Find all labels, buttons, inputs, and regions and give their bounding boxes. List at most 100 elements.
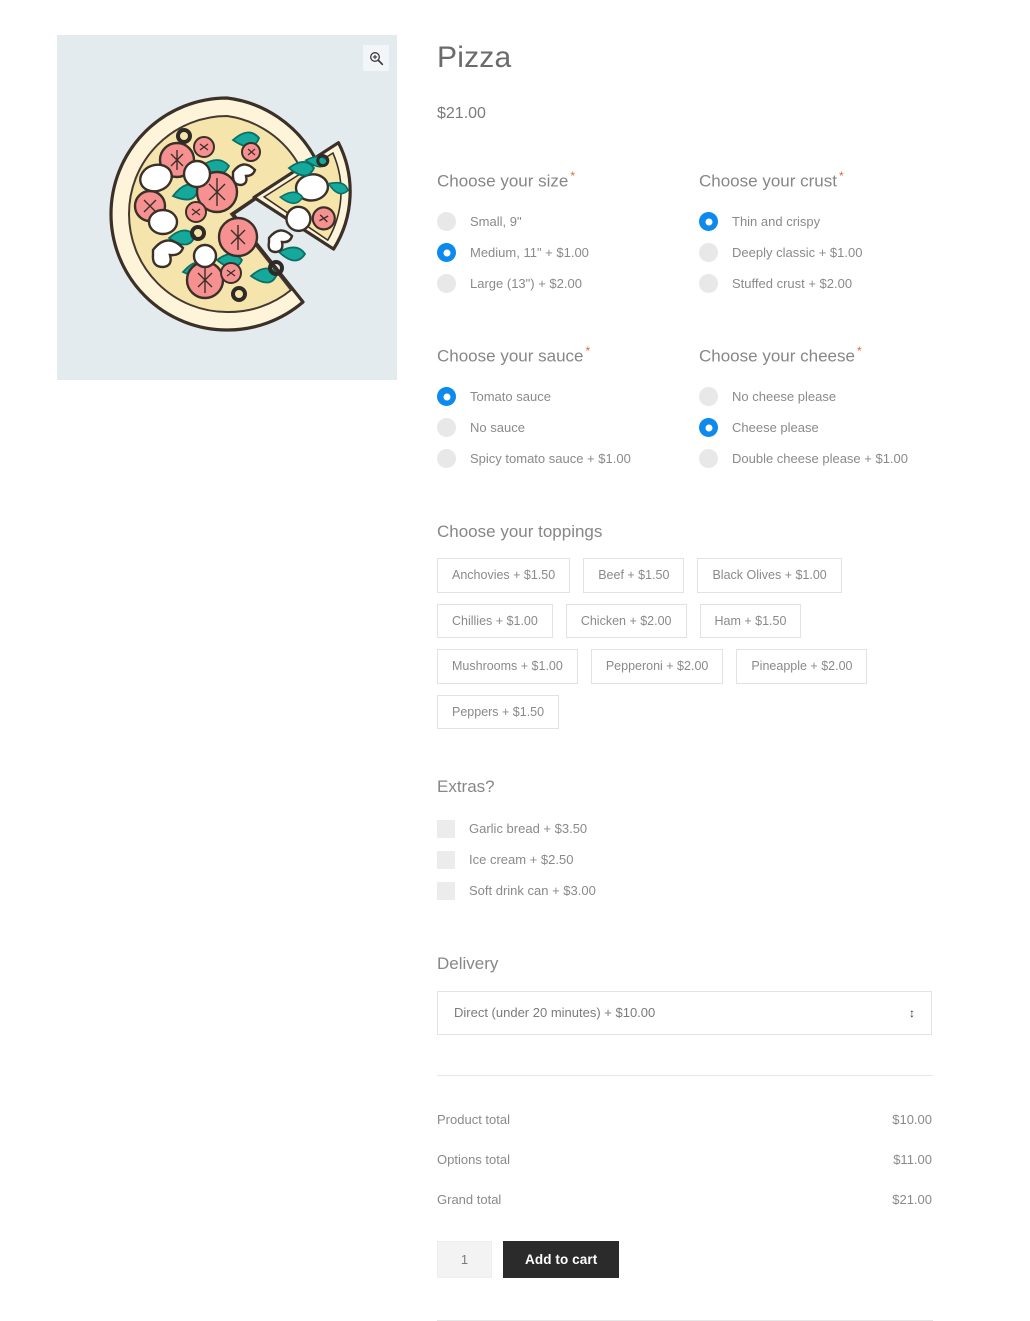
- required-mark: *: [856, 344, 862, 359]
- topping-button-peppers[interactable]: Peppers + $1.50: [437, 694, 560, 729]
- radio-icon-checked[interactable]: [437, 387, 456, 407]
- radio-option-label: Tomato sauce: [470, 388, 551, 404]
- option-group-sauce-label-text: Choose your sauce: [437, 346, 584, 366]
- option-group-cheese-label-text: Choose your cheese: [699, 346, 855, 366]
- checkbox-icon[interactable]: [437, 881, 455, 900]
- option-group-cheese-label: Choose your cheese *: [699, 344, 933, 367]
- extras-section: Extras? Garlic bread + $3.50 Ice cream +…: [437, 777, 933, 906]
- radio-option-size-large[interactable]: Large (13") + $2.00: [437, 268, 699, 299]
- checkbox-option-ice-cream[interactable]: Ice cream + $2.50: [437, 844, 933, 875]
- radio-icon[interactable]: [699, 387, 718, 407]
- checkbox-option-soft-drink[interactable]: Soft drink can + $3.00: [437, 875, 933, 906]
- checkbox-option-label: Ice cream + $2.50: [469, 852, 574, 868]
- radio-option-sauce-none[interactable]: No sauce: [437, 412, 699, 443]
- topping-button-black-olives[interactable]: Black Olives + $1.00: [697, 558, 842, 593]
- required-mark: *: [570, 169, 576, 183]
- toppings-section: Choose your toppings Anchovies + $1.50 B…: [437, 522, 933, 729]
- option-group-cheese: Choose your cheese * No cheese please Che…: [699, 344, 933, 474]
- checkbox-icon[interactable]: [437, 819, 455, 838]
- option-group-crust: Choose your crust * Thin and crispy Deepl…: [699, 169, 933, 299]
- radio-option-label: Large (13") + $2.00: [470, 275, 582, 291]
- radio-option-label: No sauce: [470, 419, 525, 435]
- radio-icon[interactable]: [699, 274, 718, 294]
- radio-option-size-medium[interactable]: Medium, 11" + $1.00: [437, 237, 699, 268]
- radio-option-cheese-please[interactable]: Cheese please: [699, 412, 933, 443]
- totals-list: Product total $10.00 Options total $11.0…: [437, 1100, 933, 1220]
- toppings-label: Choose your toppings: [437, 522, 603, 542]
- option-group-crust-label-text: Choose your crust: [699, 171, 837, 191]
- total-value: $11.00: [893, 1152, 932, 1168]
- radio-option-crust-stuffed[interactable]: Stuffed crust + $2.00: [699, 268, 933, 299]
- topping-button-anchovies[interactable]: Anchovies + $1.50: [437, 558, 571, 593]
- topping-button-chicken[interactable]: Chicken + $2.00: [565, 603, 687, 639]
- topping-button-chillies[interactable]: Chillies + $1.00: [437, 603, 553, 639]
- radio-option-sauce-tomato[interactable]: Tomato sauce: [437, 381, 699, 412]
- radio-option-size-small[interactable]: Small, 9": [437, 206, 699, 237]
- add-to-cart-button[interactable]: Add to cart: [503, 1240, 620, 1278]
- add-to-cart-row: Add to cart: [437, 1240, 933, 1278]
- radio-icon-checked[interactable]: [699, 212, 718, 232]
- topping-button-pineapple[interactable]: Pineapple + $2.00: [736, 649, 868, 684]
- topping-button-pepperoni[interactable]: Pepperoni + $2.00: [590, 649, 724, 684]
- option-group-size: Choose your size * Small, 9" Medium, 11" …: [437, 169, 699, 299]
- topping-button-mushrooms[interactable]: Mushrooms + $1.00: [437, 649, 578, 684]
- delivery-section: Delivery Direct (under 20 minutes) + $10…: [437, 954, 933, 1035]
- total-value: $10.00: [892, 1112, 932, 1128]
- radio-option-cheese-none[interactable]: No cheese please: [699, 381, 933, 412]
- extras-list: Garlic bread + $3.50 Ice cream + $2.50 S…: [437, 813, 933, 906]
- radio-option-label: No cheese please: [732, 388, 837, 404]
- radio-option-label: Cheese please: [732, 419, 819, 435]
- radio-icon[interactable]: [699, 449, 718, 469]
- checkbox-icon[interactable]: [437, 850, 455, 869]
- topping-button-beef[interactable]: Beef + $1.50: [583, 558, 685, 593]
- magnifier-plus-icon: [369, 51, 383, 65]
- radio-option-label: Spicy tomato sauce + $1.00: [470, 450, 631, 466]
- option-groups: Choose your size * Small, 9" Medium, 11" …: [437, 169, 933, 474]
- page-title: Pizza: [437, 41, 512, 74]
- toppings-list: Anchovies + $1.50 Beef + $1.50 Black Oli…: [437, 558, 937, 729]
- radio-icon[interactable]: [437, 274, 456, 294]
- option-group-size-label: Choose your size *: [437, 169, 699, 192]
- checkbox-option-garlic-bread[interactable]: Garlic bread + $3.50: [437, 813, 933, 844]
- product-gallery: [57, 35, 397, 380]
- radio-option-crust-deeply-classic[interactable]: Deeply classic + $1.00: [699, 237, 933, 268]
- total-row-options: Options total $11.00: [437, 1140, 932, 1180]
- radio-option-label: Thin and crispy: [732, 213, 821, 229]
- radio-option-label: Medium, 11" + $1.00: [470, 244, 589, 260]
- radio-option-label: Stuffed crust + $2.00: [732, 275, 853, 291]
- required-mark: *: [585, 344, 591, 359]
- total-label: Product total: [437, 1112, 510, 1128]
- total-row-product: Product total $10.00: [437, 1100, 932, 1140]
- option-group-size-label-text: Choose your size: [437, 171, 569, 191]
- product-summary: Pizza $21.00 Choose your size * Small, 9"…: [437, 0, 933, 1321]
- radio-icon-checked[interactable]: [437, 243, 456, 263]
- radio-icon[interactable]: [437, 212, 456, 232]
- radio-option-label: Double cheese please + $1.00: [732, 450, 908, 466]
- option-group-sauce-label: Choose your sauce *: [437, 344, 699, 367]
- radio-option-sauce-spicy[interactable]: Spicy tomato sauce + $1.00: [437, 443, 699, 474]
- delivery-label: Delivery: [437, 954, 499, 974]
- radio-icon[interactable]: [437, 418, 456, 438]
- topping-button-ham[interactable]: Ham + $1.50: [699, 603, 802, 639]
- total-label: Options total: [437, 1152, 510, 1168]
- radio-icon[interactable]: [437, 449, 456, 469]
- radio-option-crust-thin[interactable]: Thin and crispy: [699, 206, 933, 237]
- quantity-input[interactable]: [437, 1240, 492, 1278]
- checkbox-option-label: Garlic bread + $3.50: [469, 821, 588, 837]
- product-price: $21.00: [437, 105, 486, 122]
- checkbox-option-label: Soft drink can + $3.00: [469, 883, 596, 899]
- updown-arrow-icon: ↕: [909, 1005, 915, 1020]
- pizza-illustration: [109, 96, 352, 332]
- required-mark: *: [838, 169, 844, 183]
- radio-option-label: Deeply classic + $1.00: [732, 244, 863, 260]
- radio-option-label: Small, 9": [470, 213, 522, 229]
- radio-icon-checked[interactable]: [699, 418, 718, 438]
- zoom-image-button[interactable]: [363, 45, 389, 71]
- option-group-sauce: Choose your sauce * Tomato sauce No sauce…: [437, 344, 699, 474]
- totals-divider: [437, 1074, 933, 1076]
- radio-icon[interactable]: [699, 243, 718, 263]
- delivery-select[interactable]: Direct (under 20 minutes) + $10.00 ↕: [437, 990, 932, 1035]
- radio-option-cheese-double[interactable]: Double cheese please + $1.00: [699, 443, 933, 474]
- option-group-crust-label: Choose your crust *: [699, 169, 933, 192]
- delivery-selected-value: Direct (under 20 minutes) + $10.00: [454, 1005, 656, 1021]
